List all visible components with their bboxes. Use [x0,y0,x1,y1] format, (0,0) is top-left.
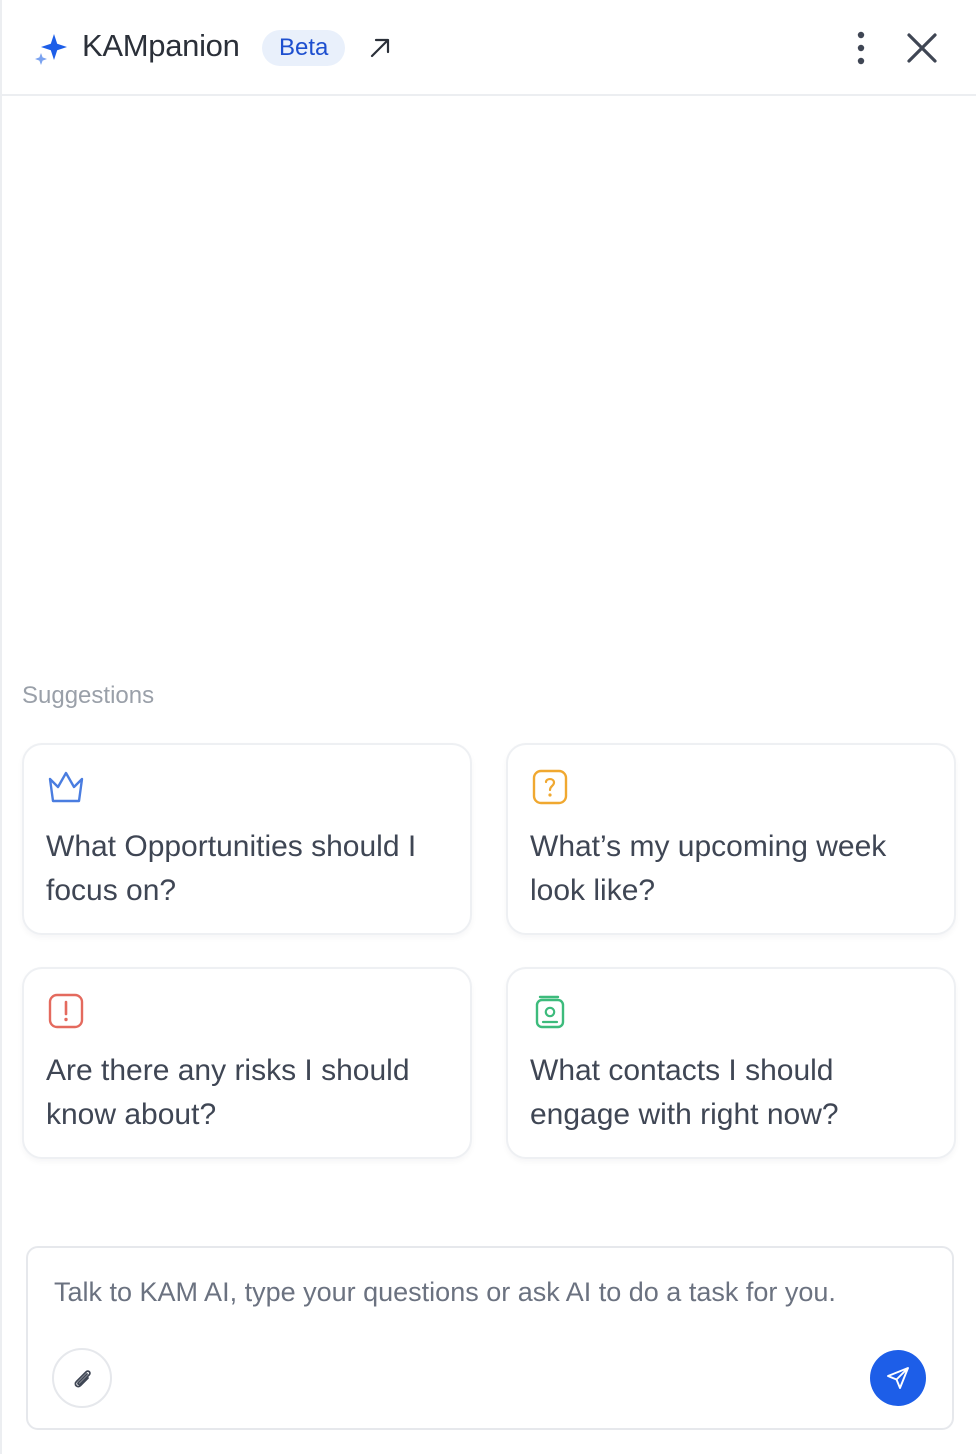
paperclip-icon [74,1370,91,1388]
crown-icon [48,771,84,803]
kampanion-panel: KAMpanion Beta Suggestions What Opportun… [0,0,976,1454]
sparkle-icon [35,34,67,65]
message-composer [26,1246,954,1430]
message-input[interactable] [54,1272,914,1312]
send-button[interactable] [870,1350,926,1406]
suggestion-text: What Opportunities should I focus on? [46,830,417,907]
suggestion-card-contacts[interactable]: What contacts I should engage with right… [506,967,956,1159]
panel-title: KAMpanion [82,28,240,63]
suggestion-text: What’s my upcoming week look like? [530,830,887,907]
suggestion-text: What contacts I should engage with right… [530,1054,839,1131]
suggestion-text: Are there any risks I should know about? [46,1054,410,1131]
contact-book-icon [535,995,565,1029]
suggestions-label: Suggestions [22,682,155,709]
panel-header: KAMpanion Beta [2,0,976,96]
close-icon[interactable] [904,30,940,66]
suggestion-card-risks[interactable]: Are there any risks I should know about? [22,967,472,1159]
attach-button[interactable] [52,1348,112,1408]
more-vertical-icon[interactable] [846,30,876,66]
arrow-up-right-icon[interactable] [368,36,392,60]
question-icon [532,769,568,805]
alert-icon [48,993,84,1029]
suggestion-card-upcoming-week[interactable]: What’s my upcoming week look like? [506,743,956,935]
suggestion-card-opportunities[interactable]: What Opportunities should I focus on? [22,743,472,935]
beta-badge: Beta [262,30,346,66]
send-icon [887,1367,909,1389]
